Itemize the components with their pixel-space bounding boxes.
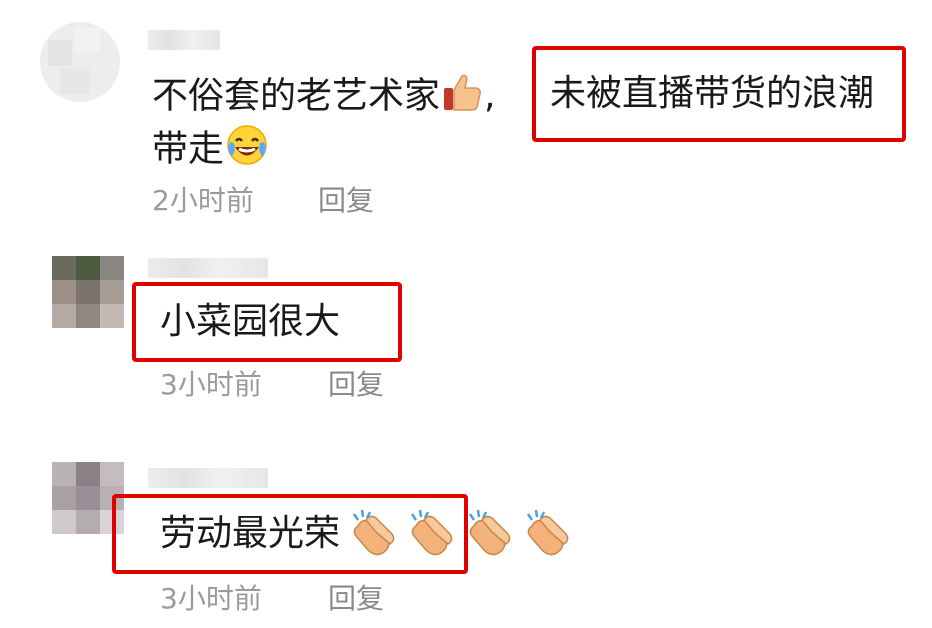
clapping-hands-icon: [464, 508, 522, 562]
avatar[interactable]: [40, 22, 120, 102]
highlight-text: 小菜园很大: [160, 301, 341, 342]
clapping-hands-icon: [348, 508, 406, 562]
clapping-hands-icon: [406, 508, 464, 562]
comment-comma: ,: [484, 75, 496, 117]
reply-button[interactable]: 回复: [328, 368, 384, 402]
username-blurred[interactable]: [148, 30, 220, 50]
reply-button[interactable]: 回复: [318, 184, 374, 218]
comment-text-part: 带走: [152, 128, 225, 170]
timestamp: 3小时前: [160, 368, 262, 401]
clapping-hands-icon: [522, 508, 580, 562]
username-blurred[interactable]: [148, 468, 268, 488]
laughing-crying-face-icon: [224, 122, 270, 179]
timestamp: 3小时前: [160, 582, 262, 615]
comment-text-part: 不俗套的老艺术家: [152, 75, 441, 117]
comment-text-line2: 带走: [152, 122, 270, 179]
username-blurred[interactable]: [148, 258, 268, 278]
highlight-text-part: 劳动最光荣: [160, 513, 341, 554]
timestamp: 2小时前: [152, 184, 254, 217]
emoji-row: [348, 508, 580, 558]
reply-button[interactable]: 回复: [328, 582, 384, 616]
highlight-text: 劳动最光荣: [160, 512, 340, 556]
avatar[interactable]: [52, 256, 124, 328]
comment-text: 不俗套的老艺术家,: [152, 70, 495, 125]
highlight-text: 未被直播带货的浪潮: [550, 73, 875, 114]
thumbs-up-icon: [440, 70, 484, 125]
